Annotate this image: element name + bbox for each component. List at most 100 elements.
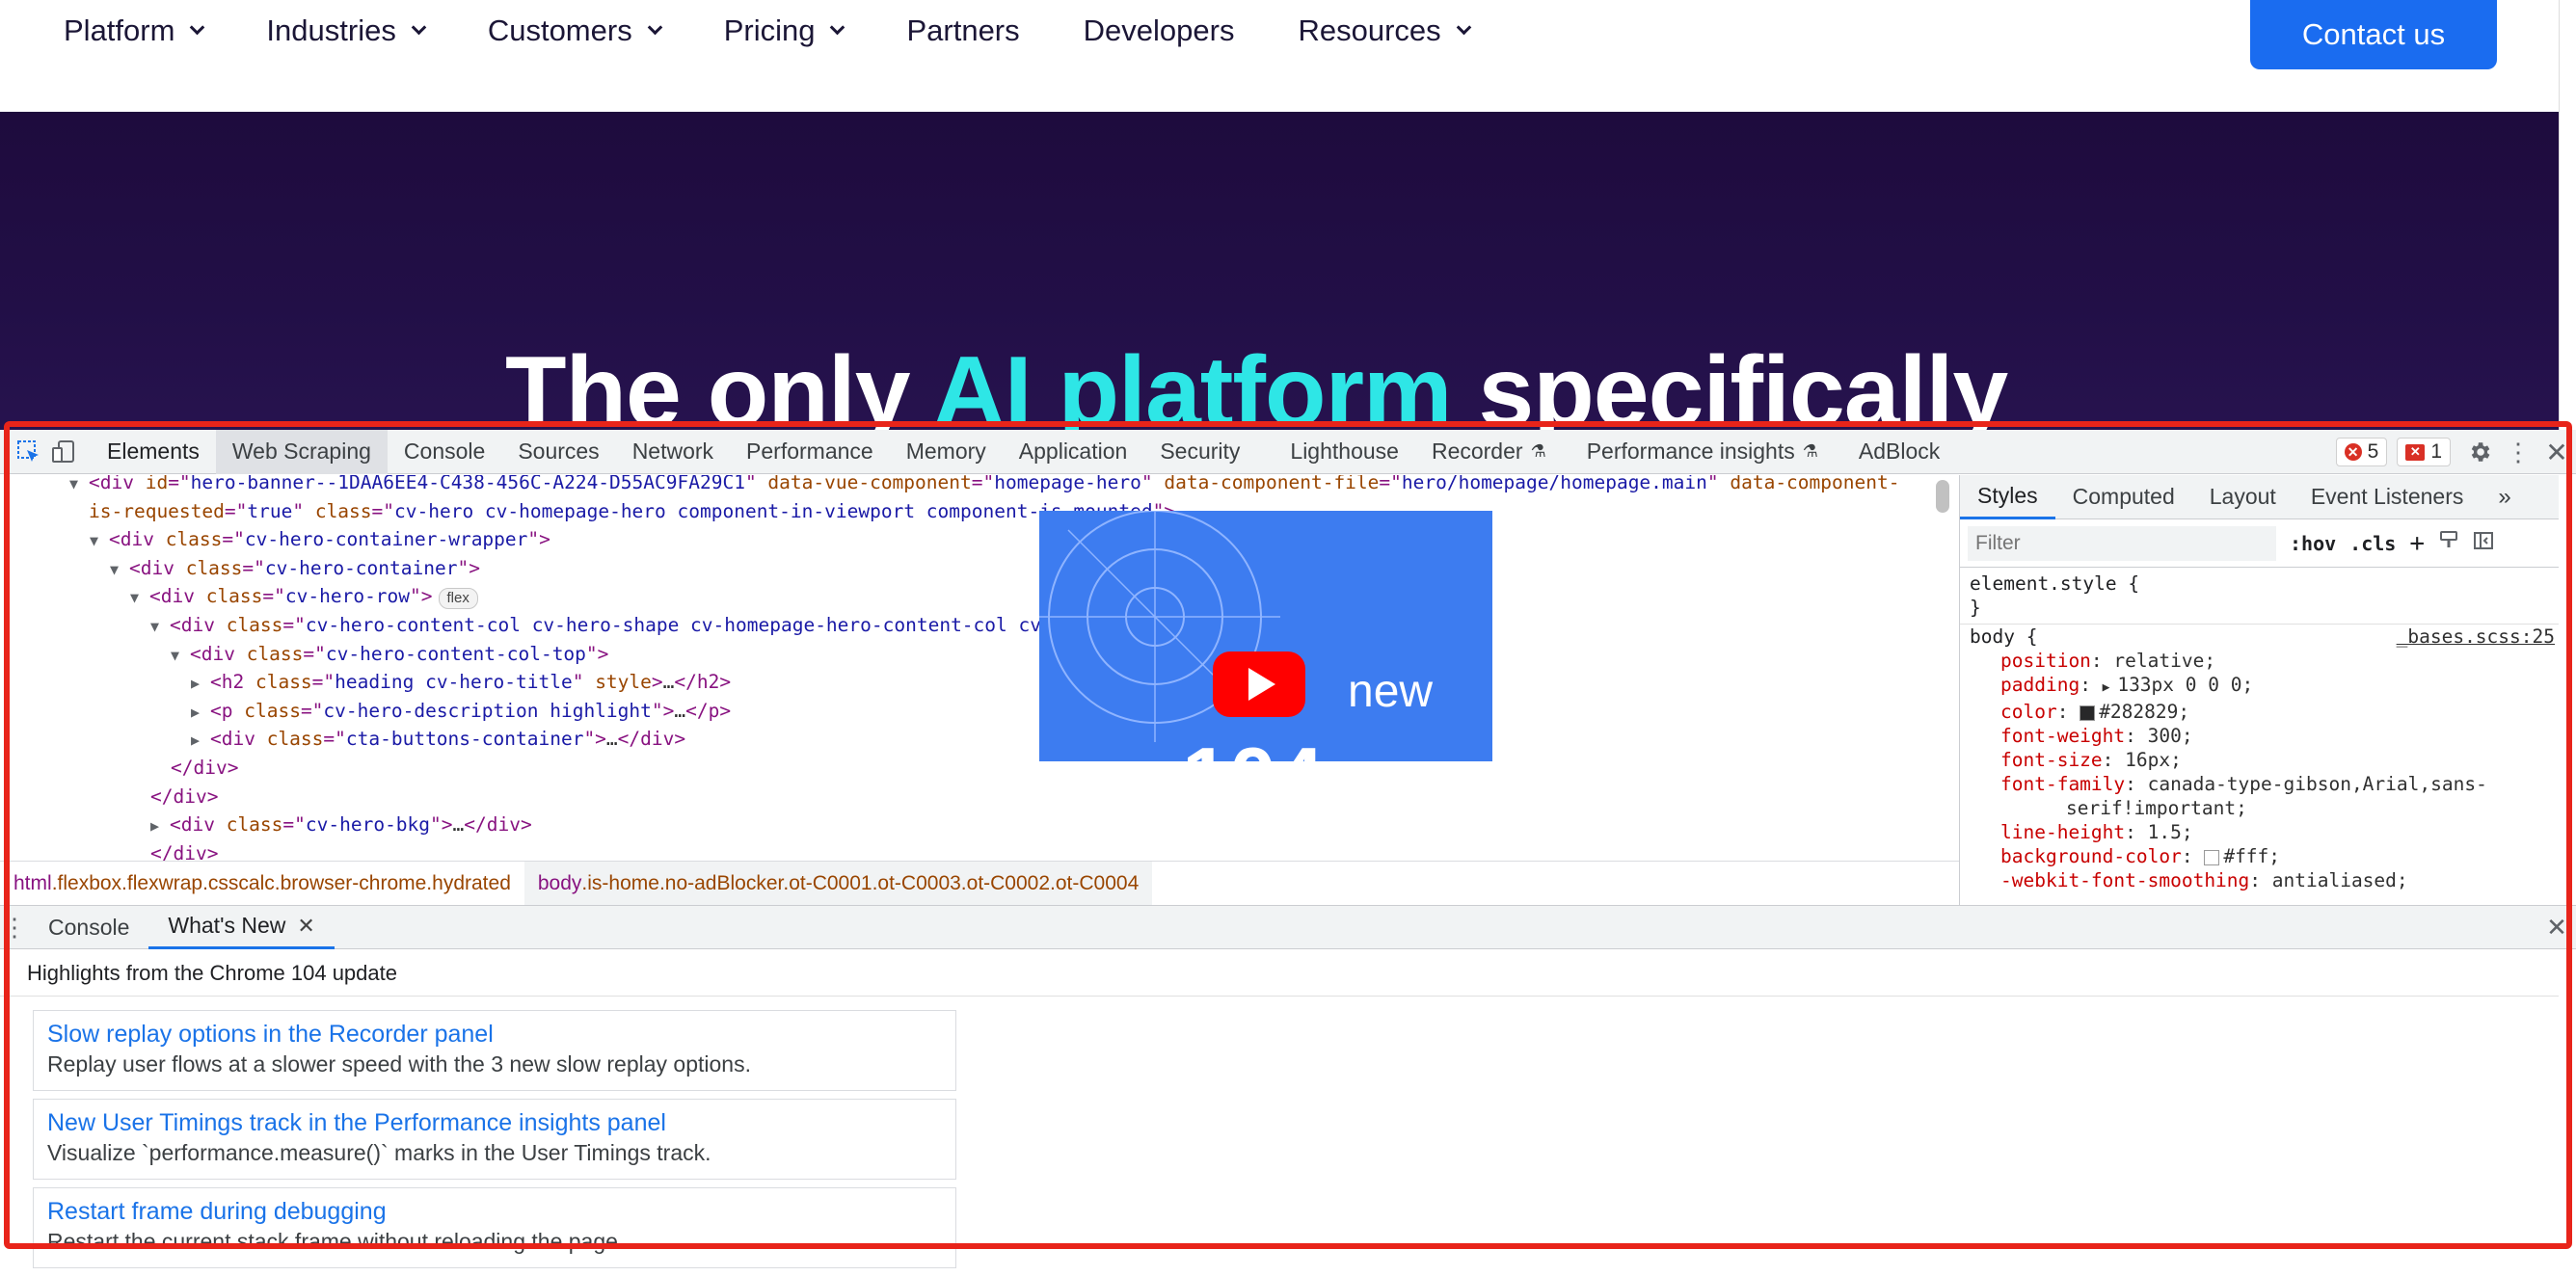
close-tab-icon[interactable]: ✕ <box>297 914 314 939</box>
drawer-menu-icon[interactable]: ⋮ <box>0 908 29 946</box>
expand-triangle-icon[interactable]: ▶ <box>2103 680 2118 695</box>
expand-triangle-icon[interactable]: ▶ <box>150 811 170 840</box>
tab-web-scraping[interactable]: Web Scraping <box>215 429 388 474</box>
card-title[interactable]: New User Timings track in the Performanc… <box>47 1107 942 1138</box>
expand-triangle-icon[interactable]: ▶ <box>191 698 210 727</box>
collapse-triangle-icon[interactable]: ▼ <box>110 555 129 584</box>
tab-console[interactable]: Console <box>388 430 501 474</box>
cls-toggle[interactable]: .cls <box>2349 532 2396 555</box>
tab-adblock[interactable]: AdBlock <box>1842 430 1956 474</box>
dom-token: … <box>605 728 618 751</box>
tab-label: Lighthouse <box>1290 439 1399 464</box>
close-icon[interactable]: ✕ <box>2537 433 2576 471</box>
close-drawer-icon[interactable]: ✕ <box>2537 908 2576 946</box>
breadcrumb-html[interactable]: html .flexbox.flexwrap.csscalc.browser-ch… <box>0 862 524 906</box>
tab-layout[interactable]: Layout <box>2192 475 2294 519</box>
sidebar-toggle-icon[interactable] <box>2473 530 2494 556</box>
drawer-tab-whats-new[interactable]: What's New ✕ <box>148 905 335 949</box>
expand-triangle-icon[interactable]: ▶ <box>191 669 210 698</box>
contact-us-button[interactable]: Contact us <box>2250 0 2497 69</box>
more-icon[interactable]: ⋮ <box>2499 433 2537 471</box>
errors-badge[interactable]: ✕ 5 <box>2335 438 2388 466</box>
nav-item-pricing[interactable]: Pricing <box>724 13 845 48</box>
collapse-triangle-icon[interactable]: ▼ <box>69 475 89 498</box>
add-rule-icon[interactable]: + <box>2409 529 2425 558</box>
collapse-triangle-icon[interactable]: ▼ <box>150 612 170 641</box>
whats-new-card[interactable]: Restart frame during debugging Restart t… <box>33 1187 956 1268</box>
dom-token: </h2> <box>674 671 732 694</box>
tab-memory[interactable]: Memory <box>890 430 1003 474</box>
css-declaration[interactable]: font-size: 16px; <box>1970 748 2559 772</box>
tab-computed[interactable]: Computed <box>2055 475 2192 519</box>
tab-performance[interactable]: Performance <box>730 430 890 474</box>
nav-item-resources[interactable]: Resources <box>1298 13 1471 48</box>
settings-icon[interactable] <box>2460 433 2499 471</box>
device-toggle-icon[interactable] <box>48 437 79 467</box>
source-link[interactable]: _bases.scss:25 <box>2397 625 2555 649</box>
dom-node-line[interactable]: ▶ <p class="cv-hero-description highlight… <box>191 697 731 727</box>
drawer-tab-console[interactable]: Console <box>29 905 148 949</box>
dom-node-line[interactable]: </div> <box>150 783 218 811</box>
tab-elements[interactable]: Elements <box>91 430 216 474</box>
nav-item-platform[interactable]: Platform <box>64 13 205 48</box>
card-title[interactable]: Restart frame during debugging <box>47 1196 942 1227</box>
play-icon[interactable] <box>1213 651 1305 717</box>
inspect-icon[interactable] <box>13 437 44 467</box>
collapse-triangle-icon[interactable]: ▼ <box>90 526 109 555</box>
nav-item-label: Customers <box>487 13 632 47</box>
breadcrumb-body[interactable]: body .is-home.no-adBlocker.ot-C0001.ot-C0… <box>523 861 1153 906</box>
tab-lighthouse[interactable]: Lighthouse <box>1274 430 1415 474</box>
css-declaration[interactable]: padding: ▶ 133px 0 0 0; <box>1970 673 2559 700</box>
css-declaration[interactable]: position: relative; <box>1970 649 2559 673</box>
card-title[interactable]: Slow replay options in the Recorder pane… <box>47 1019 942 1050</box>
css-declaration[interactable]: line-height: 1.5; <box>1970 820 2559 844</box>
dom-node-line[interactable]: ▼ <div class="cv-hero-container"> <box>110 554 480 584</box>
color-swatch[interactable] <box>2080 704 2096 721</box>
whats-new-card[interactable]: New User Timings track in the Performanc… <box>33 1099 956 1180</box>
dom-node-line[interactable]: </div> <box>171 754 238 783</box>
paint-icon[interactable] <box>2438 530 2459 556</box>
dom-token: <h2 <box>210 671 255 694</box>
css-declaration[interactable]: font-family: canada-type-gibson,Arial,sa… <box>1970 772 2559 796</box>
tab-performance-insights[interactable]: Performance insights ⚗ <box>1570 430 1835 474</box>
collapse-triangle-icon[interactable]: ▼ <box>171 641 190 670</box>
styles-filter-input[interactable] <box>1968 525 2276 561</box>
nav-item-industries[interactable]: Industries <box>266 13 427 48</box>
collapse-triangle-icon[interactable]: ▼ <box>130 583 149 612</box>
dom-node-line[interactable]: ▼ <div class="cv-hero-row"> flex <box>130 582 478 612</box>
tab-application[interactable]: Application <box>1003 430 1144 474</box>
dom-token: </div> <box>171 757 239 779</box>
dom-node-line[interactable]: ▼ <div class="cv-hero-container-wrapper"> <box>90 525 550 555</box>
tab-security[interactable]: Security <box>1143 430 1256 474</box>
dom-node-line[interactable]: ▼ <div class="cv-hero-content-col-top"> <box>171 640 608 670</box>
nav-item-developers[interactable]: Developers <box>1084 13 1235 48</box>
nav-item-customers[interactable]: Customers <box>487 13 662 48</box>
issues-badge[interactable]: ✕ 1 <box>2397 438 2451 466</box>
dom-node-line[interactable]: is-requested="true" class="cv-hero cv-ho… <box>89 497 1175 526</box>
hov-toggle[interactable]: :hov <box>2290 532 2336 555</box>
color-swatch[interactable] <box>2204 849 2220 865</box>
dom-node-line[interactable]: ▶ <h2 class="heading cv-hero-title" style… <box>191 668 731 698</box>
dom-token: data-component-file <box>1164 475 1380 493</box>
elements-scrollbar[interactable] <box>1936 480 1949 513</box>
nav-item-partners[interactable]: Partners <box>906 13 1019 48</box>
tab-styles[interactable]: Styles <box>1960 475 2055 519</box>
css-declaration[interactable]: color: #282829; <box>1970 700 2559 724</box>
dom-token: " <box>1140 475 1165 493</box>
whats-new-card[interactable]: Slow replay options in the Recorder pane… <box>33 1010 956 1091</box>
dom-node-line[interactable]: ▶ <div class="cv-hero-bkg">…</div> <box>150 811 532 840</box>
tab-event-listeners[interactable]: Event Listeners <box>2294 475 2482 519</box>
css-declaration[interactable]: background-color: #fff; <box>1970 844 2559 868</box>
tab-sources[interactable]: Sources <box>501 430 615 474</box>
whats-new-video[interactable]: new 104 <box>1039 511 1492 761</box>
tab-recorder[interactable]: Recorder ⚗ <box>1415 430 1563 474</box>
tab-network[interactable]: Network <box>616 430 730 474</box>
more-tabs-icon[interactable]: » <box>2481 475 2528 519</box>
flex-badge[interactable]: flex <box>438 588 478 610</box>
css-declaration[interactable]: -webkit-font-smoothing: antialiased; <box>1970 868 2559 892</box>
dom-node-line[interactable]: ▶ <div class="cta-buttons-container">…</d… <box>191 725 685 755</box>
dom-node-line[interactable]: ▼ <div id="hero-banner--1DAA6EE4-C438-456… <box>69 475 1899 498</box>
css-declaration[interactable]: font-weight: 300; <box>1970 724 2559 748</box>
expand-triangle-icon[interactable]: ▶ <box>191 726 210 755</box>
issues-count: 1 <box>2430 440 2442 463</box>
